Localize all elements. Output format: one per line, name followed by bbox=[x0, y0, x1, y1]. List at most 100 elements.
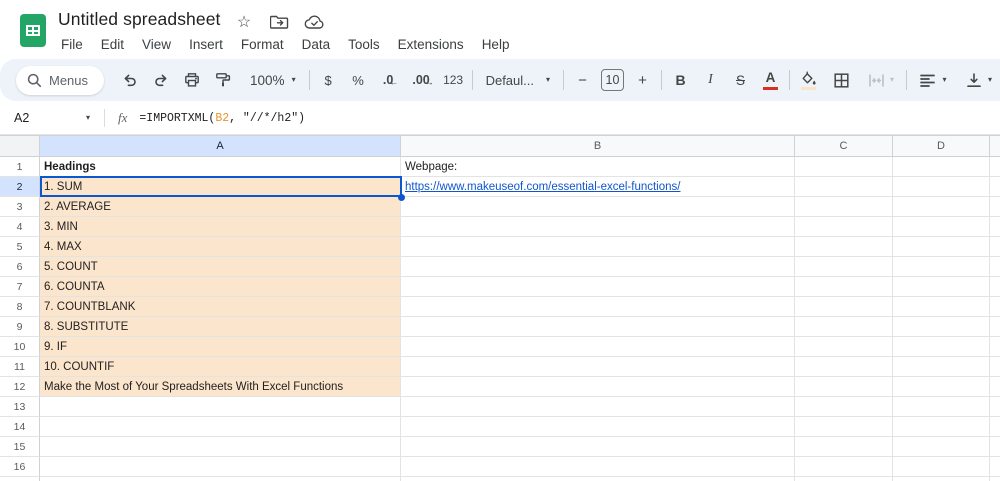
cell-C13[interactable] bbox=[795, 397, 893, 417]
cell-C9[interactable] bbox=[795, 317, 893, 337]
cell-B2[interactable]: https://www.makeuseof.com/essential-exce… bbox=[401, 177, 795, 197]
cell-E7[interactable] bbox=[990, 277, 1000, 297]
cell-E-partial[interactable] bbox=[990, 477, 1000, 481]
cell-C12[interactable] bbox=[795, 377, 893, 397]
cell-C2[interactable] bbox=[795, 177, 893, 197]
menu-insert[interactable]: Insert bbox=[180, 33, 232, 56]
cell-E5[interactable] bbox=[990, 237, 1000, 257]
cell-D7[interactable] bbox=[893, 277, 990, 297]
row-header-4[interactable]: 4 bbox=[0, 217, 40, 237]
cell-C6[interactable] bbox=[795, 257, 893, 277]
cell-D6[interactable] bbox=[893, 257, 990, 277]
row-header-11[interactable]: 11 bbox=[0, 357, 40, 377]
cell-A16[interactable] bbox=[40, 457, 401, 477]
cell-E11[interactable] bbox=[990, 357, 1000, 377]
formula-input[interactable]: =IMPORTXML(B2, "//*/h2") bbox=[139, 112, 305, 125]
cell-B-partial[interactable] bbox=[401, 477, 795, 481]
cell-E2[interactable] bbox=[990, 177, 1000, 197]
menus-search-button[interactable]: Menus bbox=[16, 65, 105, 95]
column-header-C[interactable]: C bbox=[795, 135, 893, 157]
text-color-button[interactable]: A bbox=[757, 67, 784, 94]
cell-E12[interactable] bbox=[990, 377, 1000, 397]
row-header-12[interactable]: 12 bbox=[0, 377, 40, 397]
paint-format-button[interactable] bbox=[209, 67, 236, 94]
name-box[interactable]: A2 ▾ bbox=[14, 111, 90, 125]
cell-B8[interactable] bbox=[401, 297, 795, 317]
cell-C4[interactable] bbox=[795, 217, 893, 237]
cell-C1[interactable] bbox=[795, 157, 893, 177]
menu-help[interactable]: Help bbox=[473, 33, 519, 56]
cell-A14[interactable] bbox=[40, 417, 401, 437]
row-header-10[interactable]: 10 bbox=[0, 337, 40, 357]
cell-D-partial[interactable] bbox=[893, 477, 990, 481]
cell-C3[interactable] bbox=[795, 197, 893, 217]
row-header-7[interactable]: 7 bbox=[0, 277, 40, 297]
cell-B1[interactable]: Webpage: bbox=[401, 157, 795, 177]
cell-B16[interactable] bbox=[401, 457, 795, 477]
cell-A11[interactable]: 10. COUNTIF bbox=[40, 357, 401, 377]
cell-D3[interactable] bbox=[893, 197, 990, 217]
print-button[interactable] bbox=[178, 67, 205, 94]
row-header-8[interactable]: 8 bbox=[0, 297, 40, 317]
menu-view[interactable]: View bbox=[133, 33, 180, 56]
cell-A2[interactable]: 1. SUM bbox=[40, 177, 401, 197]
cell-D12[interactable] bbox=[893, 377, 990, 397]
cell-C7[interactable] bbox=[795, 277, 893, 297]
cell-D2[interactable] bbox=[893, 177, 990, 197]
increase-font-size-button[interactable]: + bbox=[629, 67, 656, 94]
cell-D14[interactable] bbox=[893, 417, 990, 437]
cell-B9[interactable] bbox=[401, 317, 795, 337]
cell-A15[interactable] bbox=[40, 437, 401, 457]
cell-E9[interactable] bbox=[990, 317, 1000, 337]
cell-E4[interactable] bbox=[990, 217, 1000, 237]
cell-B10[interactable] bbox=[401, 337, 795, 357]
redo-button[interactable] bbox=[147, 67, 174, 94]
cell-A5[interactable]: 4. MAX bbox=[40, 237, 401, 257]
format-percent-button[interactable]: % bbox=[345, 67, 372, 94]
vertical-align-button[interactable]: ▾ bbox=[958, 67, 1000, 94]
cell-C11[interactable] bbox=[795, 357, 893, 377]
row-header-13[interactable]: 13 bbox=[0, 397, 40, 417]
cell-A8[interactable]: 7. COUNTBLANK bbox=[40, 297, 401, 317]
row-header-15[interactable]: 15 bbox=[0, 437, 40, 457]
cell-B14[interactable] bbox=[401, 417, 795, 437]
cell-C5[interactable] bbox=[795, 237, 893, 257]
fill-color-button[interactable] bbox=[795, 67, 822, 94]
cloud-saved-icon[interactable] bbox=[303, 11, 325, 33]
row-header-16[interactable]: 16 bbox=[0, 457, 40, 477]
menu-file[interactable]: File bbox=[52, 33, 92, 56]
cell-E3[interactable] bbox=[990, 197, 1000, 217]
undo-button[interactable] bbox=[116, 67, 143, 94]
cell-D15[interactable] bbox=[893, 437, 990, 457]
merge-cells-button[interactable]: ▾ bbox=[861, 67, 901, 94]
cell-E10[interactable] bbox=[990, 337, 1000, 357]
cell-E15[interactable] bbox=[990, 437, 1000, 457]
zoom-dropdown[interactable]: 100% ▾ bbox=[242, 67, 304, 94]
menu-tools[interactable]: Tools bbox=[339, 33, 389, 56]
column-header-A[interactable]: A bbox=[40, 135, 401, 157]
cell-B3[interactable] bbox=[401, 197, 795, 217]
cell-E14[interactable] bbox=[990, 417, 1000, 437]
cell-B7[interactable] bbox=[401, 277, 795, 297]
row-header-2[interactable]: 2 bbox=[0, 177, 40, 197]
cell-D5[interactable] bbox=[893, 237, 990, 257]
move-folder-icon[interactable] bbox=[268, 11, 290, 33]
column-header-D[interactable]: D bbox=[893, 135, 990, 157]
horizontal-align-button[interactable]: ▾ bbox=[912, 67, 954, 94]
cell-A6[interactable]: 5. COUNT bbox=[40, 257, 401, 277]
cell-C-partial[interactable] bbox=[795, 477, 893, 481]
row-header-1[interactable]: 1 bbox=[0, 157, 40, 177]
cell-A4[interactable]: 3. MIN bbox=[40, 217, 401, 237]
cell-C15[interactable] bbox=[795, 437, 893, 457]
cell-E16[interactable] bbox=[990, 457, 1000, 477]
document-title[interactable]: Untitled spreadsheet bbox=[58, 9, 221, 30]
cell-C14[interactable] bbox=[795, 417, 893, 437]
cell-C8[interactable] bbox=[795, 297, 893, 317]
cell-D10[interactable] bbox=[893, 337, 990, 357]
borders-button[interactable] bbox=[828, 67, 855, 94]
cell-A12[interactable]: Make the Most of Your Spreadsheets With … bbox=[40, 377, 401, 397]
cell-B2-link[interactable]: https://www.makeuseof.com/essential-exce… bbox=[405, 181, 680, 193]
select-all-corner[interactable] bbox=[0, 135, 40, 157]
cell-D4[interactable] bbox=[893, 217, 990, 237]
row-header-6[interactable]: 6 bbox=[0, 257, 40, 277]
